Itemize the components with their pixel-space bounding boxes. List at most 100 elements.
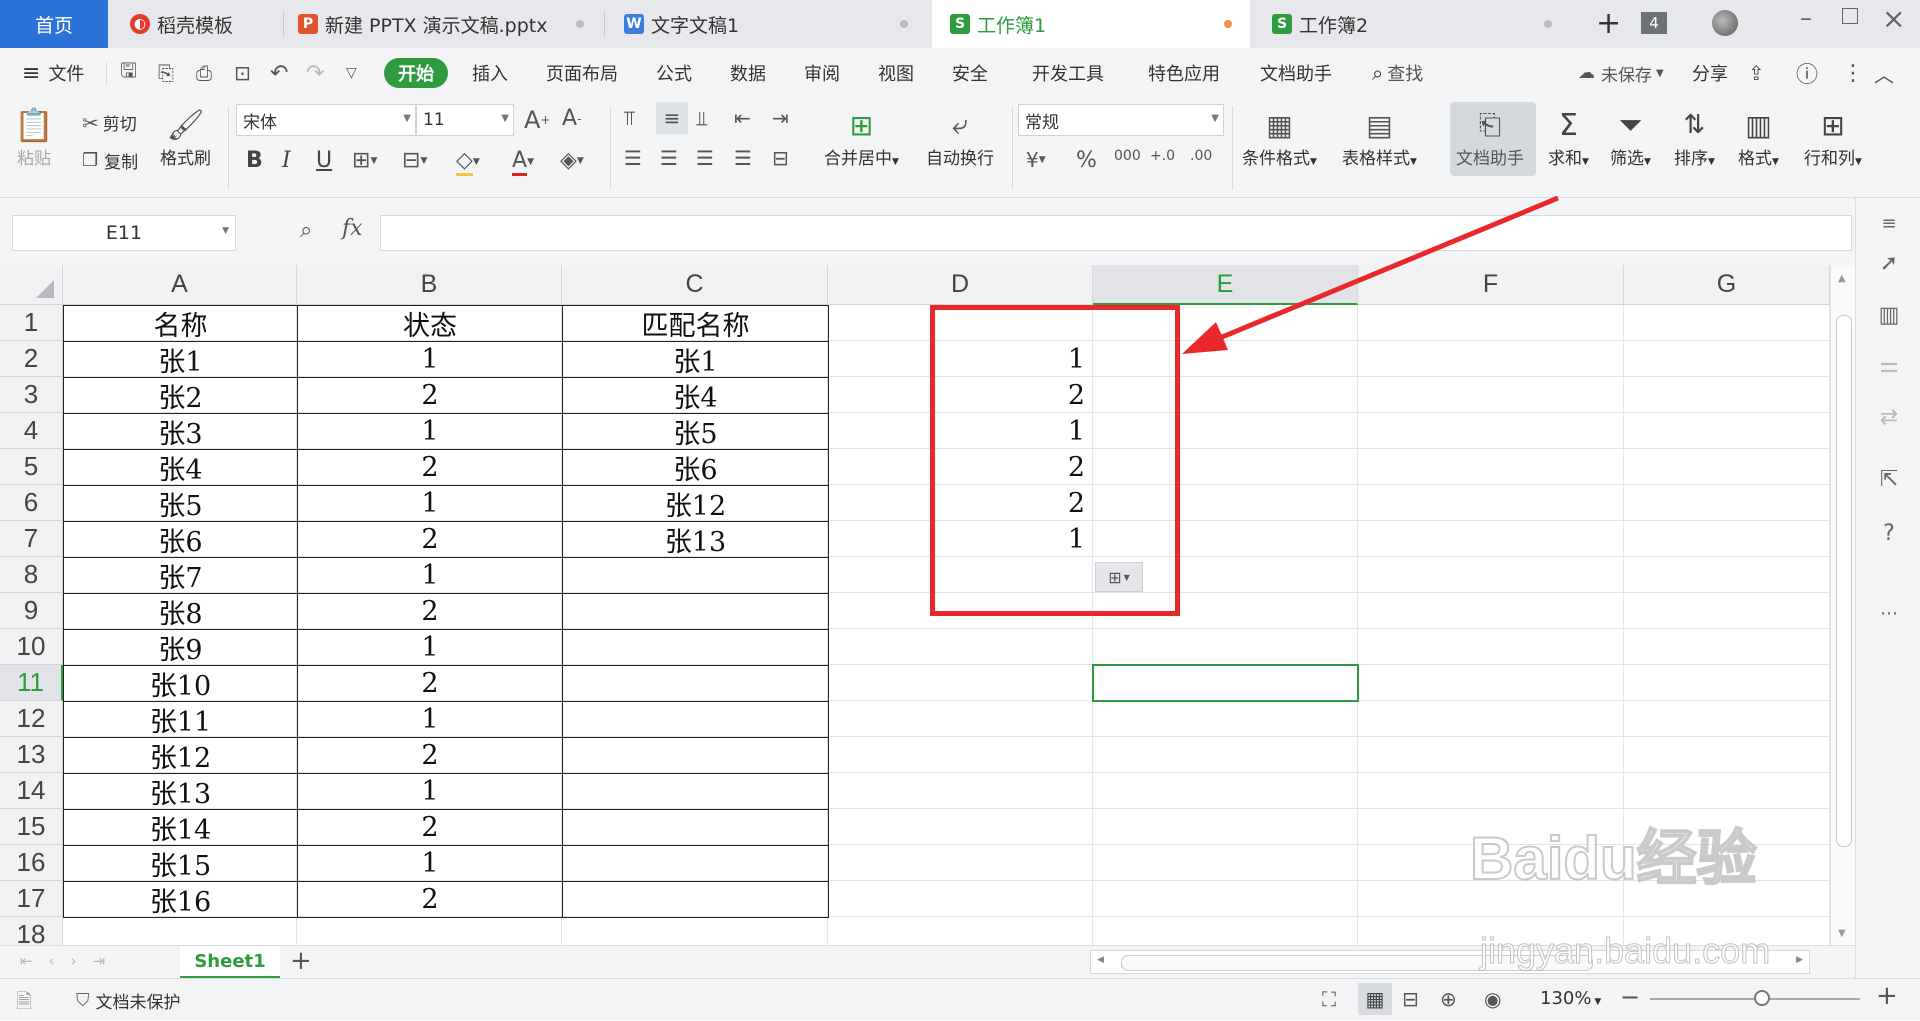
cell-b10[interactable]: 1 bbox=[297, 629, 563, 666]
collapse-sidebar-icon[interactable]: ≡ bbox=[1876, 210, 1902, 236]
row-header-2[interactable]: 2 bbox=[0, 341, 63, 377]
cell-a10[interactable]: 张9 bbox=[63, 629, 298, 666]
percent-icon[interactable]: % bbox=[1076, 148, 1097, 173]
tab-security[interactable]: 安全 bbox=[952, 48, 988, 98]
transfer-icon[interactable]: ⇄ bbox=[1876, 404, 1902, 430]
active-cell-outline[interactable] bbox=[1092, 664, 1359, 702]
chart-icon[interactable]: ▥ bbox=[1876, 302, 1902, 328]
row-header-3[interactable]: 3 bbox=[0, 377, 63, 413]
row-header-4[interactable]: 4 bbox=[0, 413, 63, 449]
cell-c6[interactable]: 张12 bbox=[562, 485, 829, 522]
cell-b2[interactable]: 1 bbox=[297, 341, 563, 378]
column-header-g[interactable]: G bbox=[1624, 265, 1830, 305]
tab-close-icon[interactable] bbox=[900, 20, 908, 28]
share-button[interactable]: 分享 bbox=[1692, 48, 1728, 98]
cell-c2[interactable]: 张1 bbox=[562, 341, 829, 378]
tab-devtools[interactable]: 开发工具 bbox=[1032, 48, 1104, 98]
cell-b4[interactable]: 1 bbox=[297, 413, 563, 450]
cell-a15[interactable]: 张14 bbox=[63, 809, 298, 846]
cell-a3[interactable]: 张2 bbox=[63, 377, 298, 414]
undo-icon[interactable]: ↶ bbox=[270, 48, 288, 98]
page-layout-view-icon[interactable]: ⊕ bbox=[1440, 987, 1457, 1011]
fill-color-icon[interactable]: ◇ ▼ bbox=[456, 148, 480, 176]
tab-formula[interactable]: 公式 bbox=[656, 48, 692, 98]
maximize-icon[interactable] bbox=[1842, 8, 1858, 24]
help-circle-icon[interactable]: ? bbox=[1876, 520, 1902, 546]
protect-status[interactable]: ⛉ 文档未保护 bbox=[76, 988, 181, 1013]
save-icon[interactable]: 🖫 bbox=[120, 48, 137, 98]
formula-input[interactable] bbox=[380, 215, 1852, 251]
indent-decrease-icon[interactable]: ⇤ bbox=[734, 106, 751, 130]
zoom-in-icon[interactable]: + bbox=[1876, 981, 1898, 1011]
cell-a7[interactable]: 张6 bbox=[63, 521, 298, 558]
tab-close-icon[interactable] bbox=[1544, 20, 1552, 28]
tab-special[interactable]: 特色应用 bbox=[1148, 48, 1220, 98]
cell-a17[interactable]: 张16 bbox=[63, 881, 298, 918]
doc-assistant-button[interactable]: ⎗ 文档助手 bbox=[1456, 106, 1524, 169]
cell-b1[interactable]: 状态 bbox=[297, 305, 563, 342]
cell-b17[interactable]: 2 bbox=[297, 881, 563, 918]
vertical-scroll-thumb[interactable] bbox=[1836, 315, 1852, 847]
cell-a12[interactable]: 张11 bbox=[63, 701, 298, 738]
zoom-level[interactable]: 130% ▼ bbox=[1540, 988, 1601, 1009]
fill-style-icon[interactable]: ⊟ ▼ bbox=[402, 148, 427, 173]
zoom-slider[interactable] bbox=[1650, 990, 1860, 1006]
row-header-17[interactable]: 17 bbox=[0, 881, 63, 917]
cell-c1[interactable]: 匹配名称 bbox=[562, 305, 829, 342]
zoom-search-icon[interactable]: ⌕ bbox=[300, 218, 312, 243]
paste-button[interactable]: 📋 粘贴 bbox=[14, 106, 54, 169]
column-header-a[interactable]: A bbox=[63, 265, 297, 305]
cell-c8[interactable] bbox=[562, 557, 829, 594]
cell-a13[interactable]: 张12 bbox=[63, 737, 298, 774]
tab-doc-helper[interactable]: 文档助手 bbox=[1260, 48, 1332, 98]
cell-c4[interactable]: 张5 bbox=[562, 413, 829, 450]
eye-protect-icon[interactable]: ◉ bbox=[1484, 987, 1501, 1011]
increase-font-icon[interactable]: A + bbox=[524, 106, 550, 134]
window-count-badge[interactable]: 4 bbox=[1641, 12, 1667, 34]
wrap-text-button[interactable]: ⤶ 自动换行 bbox=[926, 106, 994, 169]
cell-b5[interactable]: 2 bbox=[297, 449, 563, 486]
fullscreen-icon[interactable]: ⛶ bbox=[1322, 987, 1336, 1011]
align-left-icon[interactable]: ☰ bbox=[624, 146, 642, 170]
cond-format-button[interactable]: ▦ 条件格式▼ bbox=[1242, 106, 1317, 170]
cell-b16[interactable]: 1 bbox=[297, 845, 563, 882]
help-icon[interactable]: ⓘ bbox=[1796, 48, 1818, 98]
cell-a9[interactable]: 张8 bbox=[63, 593, 298, 630]
settings-sliders-icon[interactable]: ⚌ bbox=[1876, 352, 1902, 378]
align-bottom-icon[interactable]: ⫫ bbox=[696, 106, 707, 130]
cell-c12[interactable] bbox=[562, 701, 829, 738]
find-button[interactable]: ⌕ 查找 bbox=[1372, 48, 1423, 98]
quick-access-dropdown-icon[interactable]: ▽ bbox=[346, 48, 357, 98]
thousands-icon[interactable]: 000 bbox=[1114, 148, 1141, 164]
format-painter-button[interactable]: 🖌 格式刷 bbox=[160, 106, 211, 170]
border-icon[interactable]: ⊞ ▼ bbox=[352, 148, 377, 173]
cell-c15[interactable] bbox=[562, 809, 829, 846]
tab-view[interactable]: 视图 bbox=[878, 48, 914, 98]
row-header-15[interactable]: 15 bbox=[0, 809, 63, 845]
row-header-12[interactable]: 12 bbox=[0, 701, 63, 737]
cell-a4[interactable]: 张3 bbox=[63, 413, 298, 450]
cell-b3[interactable]: 2 bbox=[297, 377, 563, 414]
select-all-corner[interactable] bbox=[0, 265, 63, 305]
column-header-b[interactable]: B bbox=[297, 265, 562, 305]
row-header-7[interactable]: 7 bbox=[0, 521, 63, 557]
clear-icon[interactable]: ◈ ▼ bbox=[560, 148, 584, 173]
font-color-icon[interactable]: A ▼ bbox=[512, 148, 534, 176]
tab-doc[interactable]: W 文字文稿1 bbox=[606, 0, 926, 48]
tab-docer[interactable]: ◐ 稻壳模板 bbox=[108, 0, 283, 48]
cell-a2[interactable]: 张1 bbox=[63, 341, 298, 378]
currency-icon[interactable]: ¥ ▼ bbox=[1026, 148, 1046, 172]
cut-button[interactable]: ✂ 剪切 bbox=[82, 110, 137, 136]
increase-decimal-icon[interactable]: +.0 bbox=[1150, 148, 1175, 164]
row-header-8[interactable]: 8 bbox=[0, 557, 63, 593]
zoom-out-icon[interactable]: − bbox=[1620, 983, 1640, 1011]
more-icon[interactable]: ⋮ bbox=[1842, 48, 1864, 98]
fx-icon[interactable]: fx bbox=[342, 216, 363, 241]
cell-b15[interactable]: 2 bbox=[297, 809, 563, 846]
sort-button[interactable]: ⇅ 排序▼ bbox=[1674, 106, 1715, 169]
cell-a6[interactable]: 张5 bbox=[63, 485, 298, 522]
row-header-6[interactable]: 6 bbox=[0, 485, 63, 521]
tab-start[interactable]: 开始 bbox=[384, 58, 448, 88]
cell-c16[interactable] bbox=[562, 845, 829, 882]
cell-c13[interactable] bbox=[562, 737, 829, 774]
